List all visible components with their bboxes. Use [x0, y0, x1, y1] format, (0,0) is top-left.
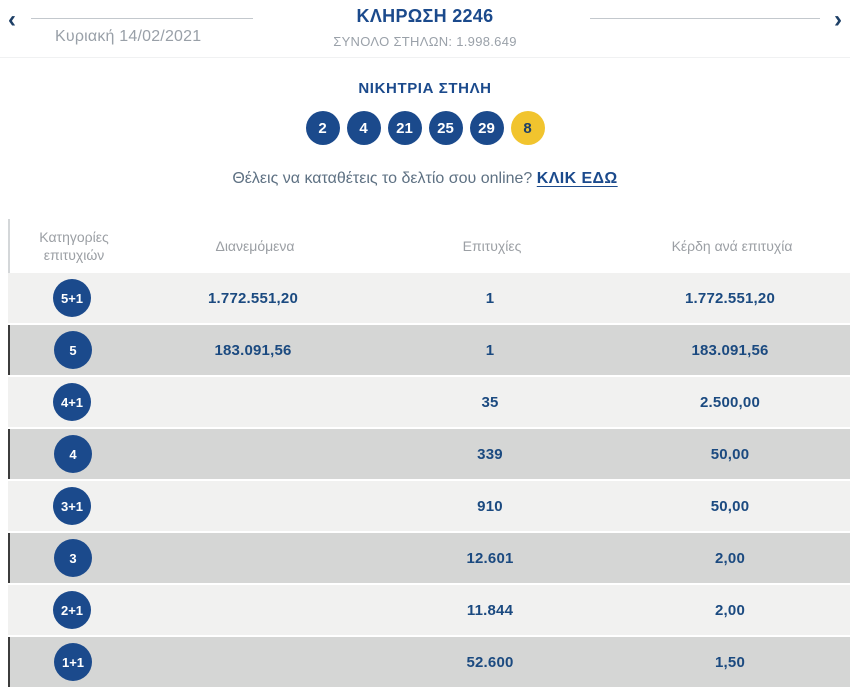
- winning-column-section: ΝΙΚΗΤΡΙΑ ΣΤΗΛΗ 2 4 21 25 29 8: [0, 58, 850, 145]
- winners-cell: 910: [477, 497, 503, 515]
- prize-cell: 2,00: [715, 549, 745, 567]
- category-badge: 3+1: [53, 487, 91, 525]
- promo-link[interactable]: ΚΛΙΚ ΕΔΩ: [537, 170, 618, 187]
- results-table: Κατηγορίες επιτυχιών Διανεμόμενα Επιτυχί…: [8, 219, 850, 687]
- category-cell: 1+1: [10, 643, 136, 681]
- winners-cell: 11.844: [466, 601, 514, 619]
- column-header-prize: Κέρδη ανά επιτυχία: [671, 238, 793, 254]
- category-cell: 3: [10, 539, 136, 577]
- category-cell: 2+1: [8, 591, 136, 629]
- prize-cell: 50,00: [710, 445, 750, 463]
- prize-cell: 1,50: [715, 653, 745, 671]
- winners-cell: 12.601: [466, 549, 514, 567]
- table-body: 5+1 1.772.551,20 1 1.772.551,20 5 183.091,56 1…: [8, 273, 850, 687]
- winning-number-ball: 29: [469, 111, 504, 145]
- table-row: 4 339 50,00: [8, 429, 850, 479]
- winning-balls: 2 4 21 25 29 8: [0, 111, 850, 145]
- promo-text: Θέλεις να καταθέτεις το δελτίο σου onlin…: [232, 170, 533, 187]
- table-row: 4+1 35 2.500,00: [8, 377, 850, 427]
- winners-cell: 1: [485, 341, 495, 359]
- prize-cell: 2,00: [715, 601, 745, 619]
- table-row: 5 183.091,56 1 183.091,56: [8, 325, 850, 375]
- table-row: 5+1 1.772.551,20 1 1.772.551,20: [8, 273, 850, 323]
- winning-number-ball: 25: [428, 111, 463, 145]
- distributed-cell: 1.772.551,20: [208, 289, 298, 307]
- table-row: 3 12.601 2,00: [8, 533, 850, 583]
- table-header-row: Κατηγορίες επιτυχιών Διανεμόμενα Επιτυχί…: [8, 219, 850, 273]
- prize-cell: 50,00: [710, 497, 750, 515]
- prize-cell: 183.091,56: [691, 341, 769, 359]
- category-cell: 4+1: [8, 383, 136, 421]
- category-badge: 5: [54, 331, 92, 369]
- winners-cell: 35: [481, 393, 499, 411]
- winning-column-heading: ΝΙΚΗΤΡΙΑ ΣΤΗΛΗ: [358, 80, 492, 97]
- winners-cell: 52.600: [466, 653, 514, 671]
- column-header-winners: Επιτυχίες: [462, 238, 522, 254]
- joker-ball: 8: [510, 111, 545, 145]
- winning-number-ball: 2: [305, 111, 340, 145]
- column-header-distributed: Διανεμόμενα: [215, 238, 295, 254]
- category-badge: 3: [54, 539, 92, 577]
- prize-cell: 1.772.551,20: [685, 289, 775, 307]
- category-badge: 5+1: [53, 279, 91, 317]
- category-badge: 1+1: [54, 643, 92, 681]
- winning-number-ball: 4: [346, 111, 381, 145]
- distributed-cell: 183.091,56: [214, 341, 292, 359]
- category-badge: 2+1: [53, 591, 91, 629]
- draw-navigation-header: ‹ Κυριακή 14/02/2021 ΚΛΗΡΩΣΗ 2246 ΣΥΝΟΛΟ…: [0, 0, 850, 58]
- winners-cell: 1: [485, 289, 495, 307]
- category-cell: 3+1: [8, 487, 136, 525]
- winners-cell: 339: [477, 445, 503, 463]
- table-row: 2+1 11.844 2,00: [8, 585, 850, 635]
- next-draw-button[interactable]: ›: [834, 6, 842, 34]
- category-cell: 5+1: [8, 279, 136, 317]
- table-row: 1+1 52.600 1,50: [8, 637, 850, 687]
- right-divider-line: [590, 18, 820, 19]
- category-cell: 4: [10, 435, 136, 473]
- prize-cell: 2.500,00: [700, 393, 760, 411]
- category-badge: 4: [54, 435, 92, 473]
- category-badge: 4+1: [53, 383, 91, 421]
- category-cell: 5: [10, 331, 136, 369]
- column-header-categories: Κατηγορίες επιτυχιών: [39, 229, 109, 263]
- total-columns-label: ΣΥΝΟΛΟ ΣΤΗΛΩΝ: 1.998.649: [333, 34, 517, 49]
- draw-title-block: ΚΛΗΡΩΣΗ 2246 ΣΥΝΟΛΟ ΣΤΗΛΩΝ: 1.998.649: [0, 6, 850, 49]
- winning-number-ball: 21: [387, 111, 422, 145]
- draw-title: ΚΛΗΡΩΣΗ 2246: [356, 6, 494, 26]
- table-row: 3+1 910 50,00: [8, 481, 850, 531]
- promo-line: Θέλεις να καταθέτεις το δελτίο σου onlin…: [0, 170, 850, 188]
